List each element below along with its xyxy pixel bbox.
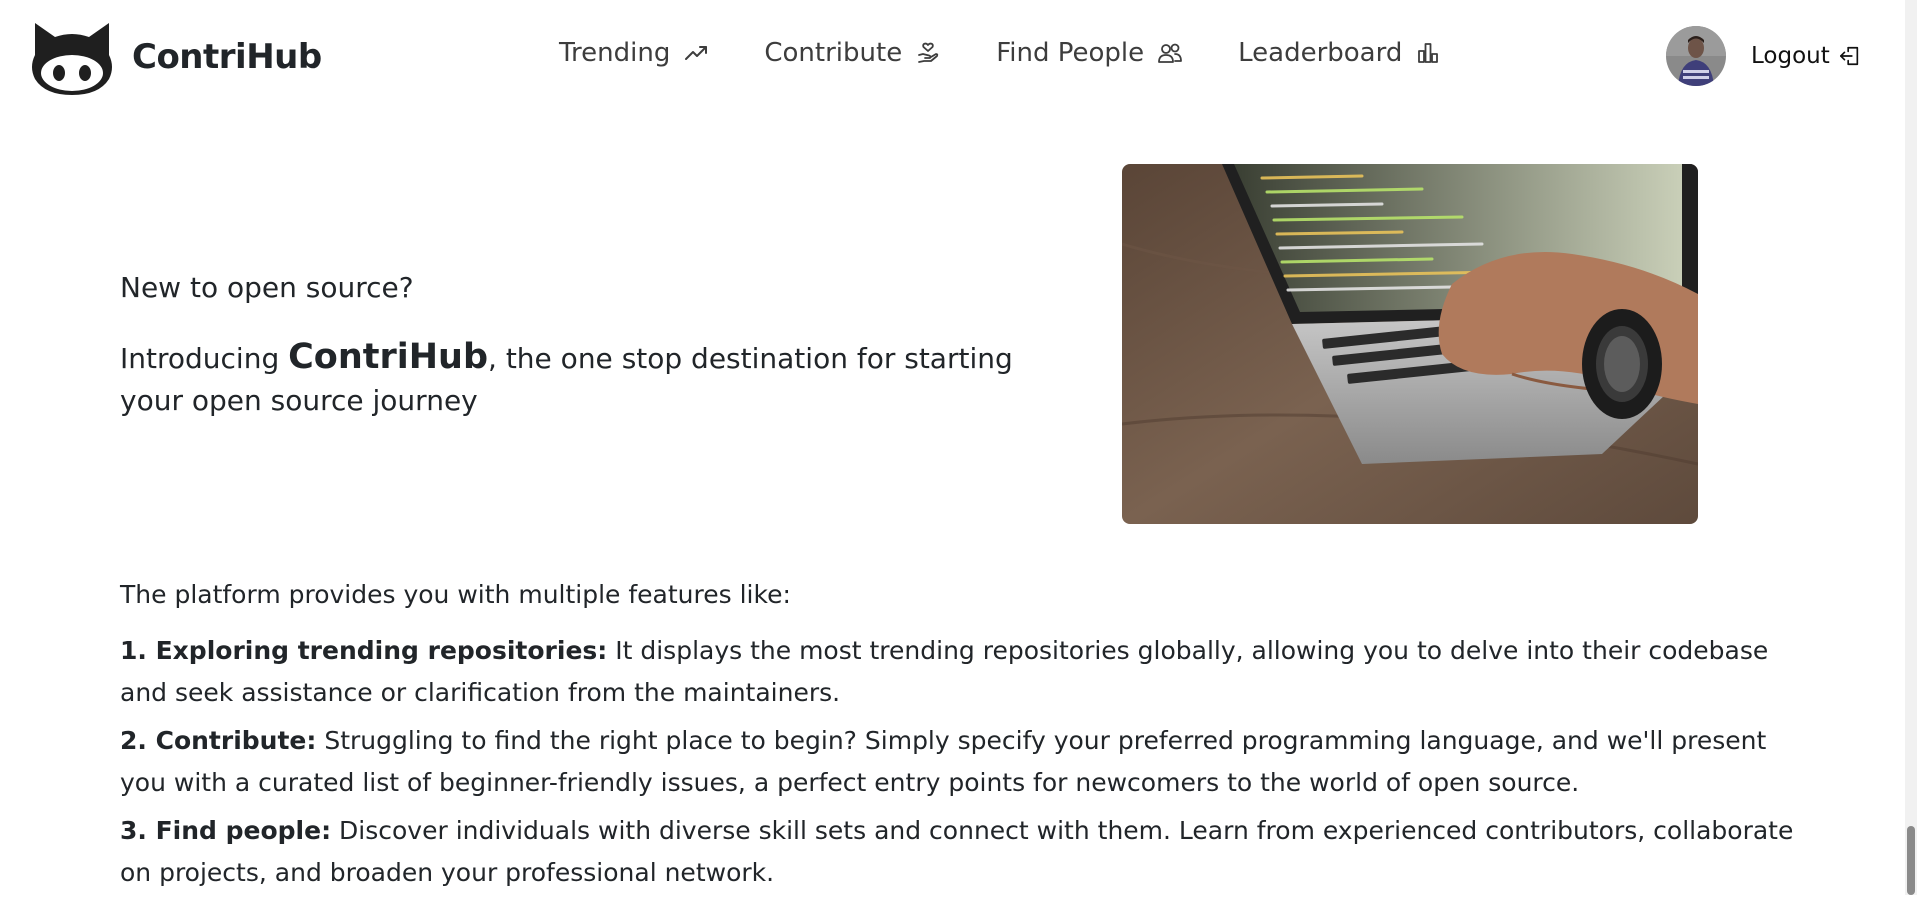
hero-section: New to open source? Introducing ContriHu…: [120, 268, 1060, 422]
nav-item-label: Trending: [559, 38, 671, 68]
trending-up-icon: [684, 41, 708, 65]
feature-text: Struggling to find the right place to be…: [120, 726, 1767, 797]
nav-item-find-people[interactable]: Find People: [996, 38, 1183, 68]
nav-links: Trending Contribute Find People Leaderbo…: [559, 38, 1496, 68]
laptop-coding-image: [1122, 164, 1698, 524]
hero-intro-prefix: Introducing: [120, 342, 289, 375]
nav-item-label: Leaderboard: [1238, 38, 1403, 68]
feature-title: 3. Find people:: [120, 816, 332, 845]
feature-title: 1. Exploring trending repositories:: [120, 636, 608, 665]
nav-item-label: Find People: [996, 38, 1145, 68]
hero-question: New to open source?: [120, 271, 414, 304]
feature-item: 3. Find people: Discover individuals wit…: [120, 810, 1800, 894]
brand-home-link[interactable]: ContriHub: [29, 19, 322, 95]
logout-button[interactable]: Logout: [1751, 43, 1861, 69]
nav-item-trending[interactable]: Trending: [559, 38, 708, 68]
nav-item-label: Contribute: [764, 38, 903, 68]
feature-item: 2. Contribute: Struggling to find the ri…: [120, 720, 1800, 804]
brand-name: ContriHub: [132, 37, 322, 77]
logout-label: Logout: [1751, 43, 1830, 69]
octocat-logo-icon: [32, 23, 112, 95]
feature-title: 2. Contribute:: [120, 726, 317, 755]
bar-chart-icon: [1416, 41, 1440, 65]
feature-text: Discover individuals with diverse skill …: [120, 816, 1794, 887]
features-intro: The platform provides you with multiple …: [120, 580, 791, 609]
nav-item-contribute[interactable]: Contribute: [764, 38, 940, 68]
feature-item: 1. Exploring trending repositories: It d…: [120, 630, 1800, 714]
page-scrollbar[interactable]: [1905, 0, 1917, 895]
nav-item-leaderboard[interactable]: Leaderboard: [1238, 38, 1440, 68]
hand-heart-icon: [916, 41, 940, 65]
hero-intro: Introducing ContriHub, the one stop dest…: [120, 336, 1060, 422]
hero-brand-name: ContriHub: [288, 337, 489, 377]
scrollbar-thumb[interactable]: [1907, 826, 1915, 895]
logout-icon: [1839, 45, 1861, 67]
people-icon: [1158, 41, 1183, 65]
top-navbar: ContriHub Trending Contribute Find Peopl…: [0, 0, 1905, 116]
user-avatar[interactable]: [1666, 26, 1726, 86]
features-section: The platform provides you with multiple …: [120, 574, 1800, 900]
